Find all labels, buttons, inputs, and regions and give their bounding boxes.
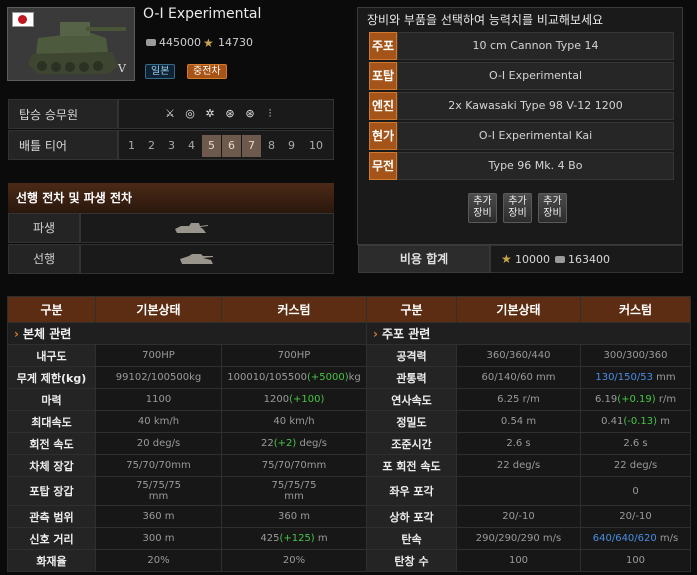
tier-3: 3 xyxy=(168,139,175,152)
col-base: 기본상태 xyxy=(95,296,222,323)
class-badge: 중전차 xyxy=(187,64,227,79)
suspension-select[interactable]: O-I Experimental Kai xyxy=(397,122,674,150)
stats-header-row: 구분 기본상태 커스텀 구분 기본상태 커스텀 xyxy=(7,296,691,323)
gunner-icon: ◎ xyxy=(185,107,195,120)
col-category: 구분 xyxy=(7,296,96,323)
table-row: 회전 속도 20 deg/s 22(+2) deg/s 조준시간 2.6 s 2… xyxy=(7,432,691,455)
table-row: 관측 범위 360 m 360 m 상하 포각 20/-10 20/-10 xyxy=(7,505,691,528)
related-tanks-header: 선행 전차 및 파생 전차 xyxy=(8,183,334,213)
table-row: 최대속도 40 km/h 40 km/h 정밀도 0.54 m 0.41(-0.… xyxy=(7,410,691,433)
stats-table: 구분 기본상태 커스텀 구분 기본상태 커스텀 › 본체 관련 › 주포 관련 내구… xyxy=(7,296,691,572)
total-xp: 10000 xyxy=(515,253,550,266)
prev-tank-icon[interactable] xyxy=(179,253,215,266)
engine-select[interactable]: 2x Kawasaki Type 98 V-12 1200 xyxy=(397,92,674,120)
tier-label: 배틀 티어 xyxy=(8,130,118,160)
col-custom: 커스텀 xyxy=(221,296,367,323)
gun-section: › 주포 관련 xyxy=(366,322,691,345)
prev-tanks xyxy=(80,244,334,274)
hull-section: › 본체 관련 xyxy=(7,322,367,345)
gun-select[interactable]: 10 cm Cannon Type 14 xyxy=(397,32,674,60)
radio-label: 무전 xyxy=(369,152,397,180)
turret-label: 포탑 xyxy=(369,62,397,90)
radio-operator-icon: ⊛ xyxy=(245,107,255,120)
total-silver: 163400 xyxy=(568,253,610,266)
crew-label: 탑승 승무원 xyxy=(8,99,118,129)
table-row: 차체 장갑 75/70/70mm 75/70/70mm 포 회전 속도 22 d… xyxy=(7,454,691,477)
table-row: 마력 1100 1200(+100) 연사속도 6.25 r/m 6.19(+0… xyxy=(7,388,691,411)
loader-icon: ⫶ xyxy=(268,107,272,120)
total-cost-label: 비용 합계 xyxy=(358,245,490,273)
table-row: 내구도 700HP 700HP 공격력 360/360/440 300/300/… xyxy=(7,344,691,367)
engine-label: 엔진 xyxy=(369,92,397,120)
suspension-label: 현가 xyxy=(369,122,397,150)
japan-flag-icon xyxy=(12,12,34,27)
tier-9: 9 xyxy=(288,139,295,152)
driver-icon: ✲ xyxy=(205,107,215,120)
silver-icon xyxy=(146,39,156,46)
add-equipment-button-2[interactable]: 추가 장비 xyxy=(503,193,532,223)
add-equipment-button-3[interactable]: 추가 장비 xyxy=(538,193,567,223)
gun-label: 주포 xyxy=(369,32,397,60)
crew-icons: ⚔ ◎ ✲ ⊛ ⊛ ⫶ xyxy=(118,99,334,129)
star-icon: ★ xyxy=(501,252,512,266)
tank-thumbnail: V xyxy=(7,7,135,81)
table-row: 포탑 장갑 75/75/75 mm 75/75/75 mm 좌우 포각 0 xyxy=(7,476,691,506)
tier-scale: 1 2 3 4 5 6 7 8 9 10 xyxy=(118,130,334,160)
price-xp: 14730 xyxy=(218,36,253,49)
tier-8: 8 xyxy=(268,139,275,152)
silver-icon xyxy=(555,256,565,263)
derived-label: 파생 xyxy=(8,213,80,243)
star-icon: ★ xyxy=(203,36,214,50)
col-base: 기본상태 xyxy=(456,296,581,323)
derived-tanks xyxy=(80,213,334,243)
tier-6: 6 xyxy=(222,135,241,157)
radio-select[interactable]: Type 96 Mk. 4 Bo xyxy=(397,152,674,180)
col-custom: 커스텀 xyxy=(580,296,691,323)
add-equipment-button-1[interactable]: 추가 장비 xyxy=(468,193,497,223)
turret-select[interactable]: O-I Experimental xyxy=(397,62,674,90)
tank-name: O-I Experimental xyxy=(143,6,262,22)
radio-operator-icon: ⊛ xyxy=(225,107,235,120)
table-row: 화재율 20% 20% 탄창 수 100 100 xyxy=(7,549,691,572)
derived-tank-icon[interactable] xyxy=(173,222,209,235)
section-row: › 본체 관련 › 주포 관련 xyxy=(7,322,691,345)
tier-roman: V xyxy=(118,62,126,75)
tier-5: 5 xyxy=(202,135,221,157)
compare-title: 장비와 부품을 선택하여 능력치를 비교해보세요 xyxy=(367,13,604,27)
tier-4: 4 xyxy=(188,139,195,152)
table-row: 신호 거리 300 m 425(+125) m 탄속 290/290/290 m… xyxy=(7,527,691,550)
tier-1: 1 xyxy=(128,139,135,152)
prev-label: 선행 xyxy=(8,244,80,274)
nation-badge: 일본 xyxy=(145,64,176,79)
col-category: 구분 xyxy=(366,296,457,323)
price-silver: 445000 xyxy=(159,36,201,49)
tier-2: 2 xyxy=(148,139,155,152)
commander-icon: ⚔ xyxy=(165,107,175,120)
tier-7: 7 xyxy=(242,135,261,157)
table-row: 무게 제한(kg) 99102/100500kg 100010/105500(+… xyxy=(7,366,691,389)
tier-10: 10 xyxy=(309,139,323,152)
